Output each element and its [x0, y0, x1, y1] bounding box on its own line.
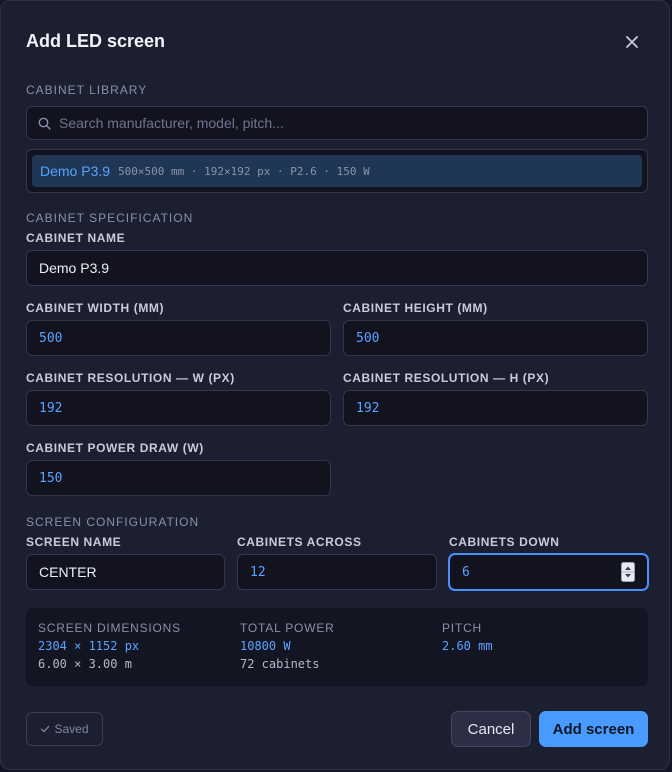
cabinet-width-input[interactable]: 500	[26, 320, 331, 356]
search-placeholder: Search manufacturer, model, pitch...	[59, 115, 284, 131]
saved-status-badge: Saved	[26, 712, 103, 746]
library-item-name: Demo P3.9	[40, 163, 111, 179]
cabinet-count: 72 cabinets	[240, 657, 320, 671]
library-item[interactable]: Demo P3.9 500×500 mm · 192×192 px · P2.6…	[32, 155, 642, 187]
cabinet-name-input[interactable]: Demo P3.9	[26, 250, 648, 286]
add-screen-dialog: Add LED screen CABINET LIBRARY Search ma…	[0, 0, 670, 770]
library-results: Demo P3.9 500×500 mm · 192×192 px · P2.6…	[26, 149, 648, 193]
add-screen-button[interactable]: Add screen	[539, 711, 648, 747]
dimensions-label: SCREEN DIMENSIONS	[38, 621, 181, 635]
cabinets-across-input[interactable]: 12	[237, 554, 437, 590]
number-stepper-icon[interactable]	[621, 562, 635, 582]
pitch-value: 2.60 mm	[442, 639, 493, 653]
cabinet-spec-heading: CABINET SPECIFICATION	[26, 211, 194, 225]
cabinet-library-heading: CABINET LIBRARY	[26, 83, 148, 97]
total-power-value: 10800 W	[240, 639, 291, 653]
check-icon	[40, 724, 50, 734]
cancel-button[interactable]: Cancel	[451, 711, 531, 747]
cabinet-resw-input[interactable]: 192	[26, 390, 331, 426]
screen-config-heading: SCREEN CONFIGURATION	[26, 515, 200, 529]
dialog-title: Add LED screen	[26, 31, 166, 51]
summary-power: TOTAL POWER 10800 W 72 cabinets	[240, 621, 335, 675]
cabinet-power-label: CABINET POWER DRAW (W)	[26, 441, 204, 455]
cabinet-height-label: CABINET HEIGHT (MM)	[343, 301, 488, 315]
dimensions-px: 2304 × 1152 px	[38, 639, 140, 653]
cabinet-height-input[interactable]: 500	[343, 320, 648, 356]
cabinet-resw-label: CABINET RESOLUTION — W (PX)	[26, 371, 235, 385]
saved-label: Saved	[54, 722, 89, 736]
cabinets-across-label: CABINETS ACROSS	[237, 535, 362, 549]
close-icon[interactable]	[621, 31, 643, 53]
summary-pitch: PITCH 2.60 mm	[442, 621, 493, 657]
cabinet-resh-label: CABINET RESOLUTION — H (PX)	[343, 371, 550, 385]
screen-name-label: SCREEN NAME	[26, 535, 122, 549]
summary-dimensions: SCREEN DIMENSIONS 2304 × 1152 px 6.00 × …	[38, 621, 181, 675]
cabinets-down-label: CABINETS DOWN	[449, 535, 560, 549]
screen-name-input[interactable]: CENTER	[26, 554, 225, 590]
screen-summary: SCREEN DIMENSIONS 2304 × 1152 px 6.00 × …	[26, 608, 648, 686]
cabinet-name-label: CABINET NAME	[26, 231, 126, 245]
library-search-input[interactable]: Search manufacturer, model, pitch...	[26, 106, 648, 140]
cabinets-down-input[interactable]: 6	[449, 554, 648, 590]
library-item-meta: 500×500 mm · 192×192 px · P2.6 · 150 W	[118, 164, 370, 178]
total-power-label: TOTAL POWER	[240, 621, 335, 635]
cabinet-width-label: CABINET WIDTH (MM)	[26, 301, 165, 315]
cabinet-resh-input[interactable]: 192	[343, 390, 648, 426]
dimensions-m: 6.00 × 3.00 m	[38, 657, 132, 671]
search-icon	[38, 117, 51, 130]
cabinet-power-input[interactable]: 150	[26, 460, 331, 496]
cabinets-down-value: 6	[462, 564, 470, 580]
pitch-label: PITCH	[442, 621, 482, 635]
